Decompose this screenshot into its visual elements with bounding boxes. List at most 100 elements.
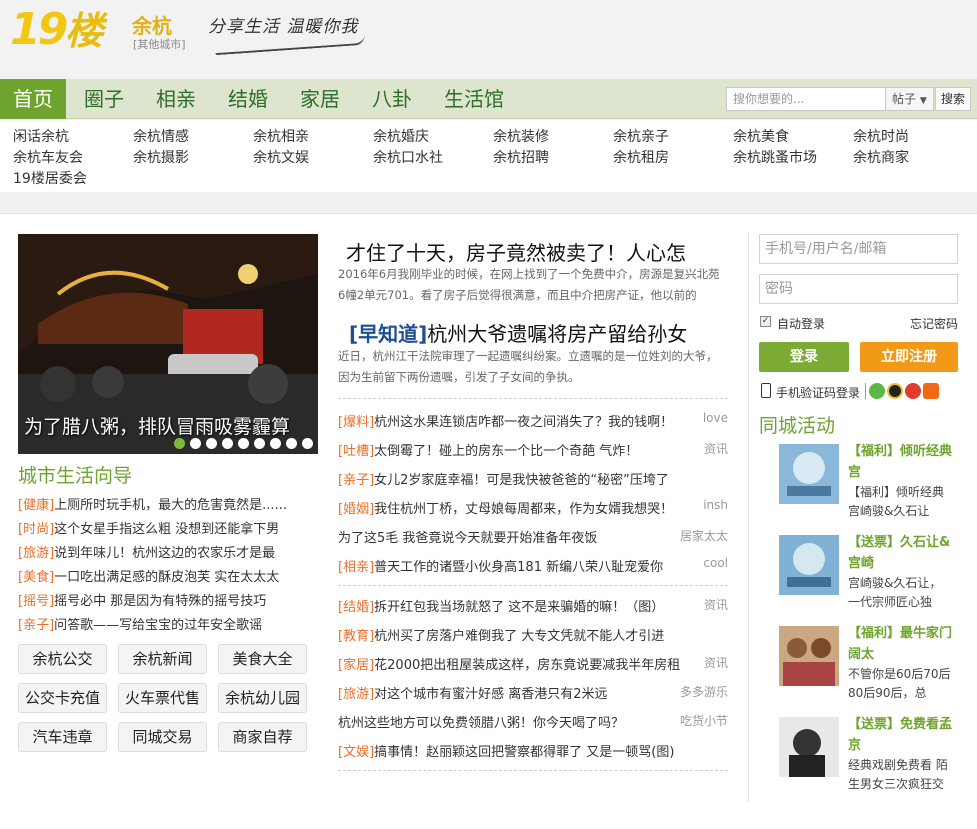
event-title[interactable]: 【送票】免费看孟京 xyxy=(848,714,952,756)
sublink[interactable]: 余杭美食 xyxy=(733,126,789,146)
sublink[interactable]: 余杭亲子 xyxy=(613,126,669,146)
feed-item[interactable]: [文娱]搞事情！赵丽颖这回把警察都得罪了 又是一顿骂(图) xyxy=(338,741,728,760)
slider-dot[interactable] xyxy=(238,438,249,449)
search-button[interactable]: 搜索 xyxy=(935,87,971,111)
forgot-password-link[interactable]: 忘记密码 xyxy=(910,315,958,332)
event-title[interactable]: 【送票】久石让&宫崎 xyxy=(848,532,952,574)
sublink[interactable]: 余杭商家 xyxy=(853,147,909,167)
remember-label: 自动登录 xyxy=(777,317,826,331)
nav-dating[interactable]: 相亲 xyxy=(144,79,208,119)
sublink[interactable]: 余杭相亲 xyxy=(253,126,309,146)
sublink[interactable]: 余杭招聘 xyxy=(493,147,549,167)
feed-item[interactable]: 杭州这些地方可以免费领腊八粥！你今天喝了吗？ 吃货小节 xyxy=(338,712,728,731)
taobao-icon[interactable] xyxy=(923,383,939,399)
event-title[interactable]: 【福利】倾听经典 宫 xyxy=(848,441,952,483)
slider-dot[interactable] xyxy=(206,438,217,449)
slider-dot[interactable] xyxy=(222,438,233,449)
site-header: 19楼 余杭 [其他城市] 分享生活 温暖你我 xyxy=(0,0,977,79)
nav-life-hall[interactable]: 生活馆 xyxy=(432,79,516,119)
event-thumbnail[interactable] xyxy=(779,444,839,504)
site-logo[interactable]: 19楼 xyxy=(10,8,103,54)
sublink[interactable]: 余杭车友会 xyxy=(13,147,83,167)
sublink[interactable]: 19楼居委会 xyxy=(13,168,87,188)
quick-link-button[interactable]: 汽车违章 xyxy=(18,722,107,752)
event-description: 经典戏剧免费看 陌生男女三次疯狂交 xyxy=(848,758,948,791)
sublink[interactable]: 余杭文娱 xyxy=(253,147,309,167)
sublink[interactable]: 余杭租房 xyxy=(613,147,669,167)
other-cities-link[interactable]: [其他城市] xyxy=(133,36,186,52)
feed-item[interactable]: [婚姻]我住杭州丁桥，丈母娘每周都来，作为女婿我想哭！ insh xyxy=(338,498,728,517)
divider xyxy=(865,383,866,399)
slider-dot[interactable] xyxy=(190,438,201,449)
slider-dot[interactable] xyxy=(302,438,313,449)
sublink[interactable]: 余杭装修 xyxy=(493,126,549,146)
feed-item[interactable]: [旅游]对这个城市有蜜汁好感 离香港只有2米远 多多游乐 xyxy=(338,683,728,702)
search-input[interactable]: 搜你想要的... xyxy=(726,87,886,111)
nav-gossip[interactable]: 八卦 xyxy=(360,79,424,119)
nav-wedding[interactable]: 结婚 xyxy=(216,79,280,119)
username-field[interactable]: 手机号/用户名/邮箱 xyxy=(759,234,958,264)
quick-link-button[interactable]: 美食大全 xyxy=(218,644,307,674)
mobile-phone-icon xyxy=(761,383,771,398)
slider-caption[interactable]: 为了腊八粥，排队冒雨吸雾霾算 xyxy=(24,412,290,439)
event-title[interactable]: 【福利】最牛家门阔太 xyxy=(848,623,952,665)
feed-item[interactable]: [相亲]普天工作的诸暨小伙身高181 新编八荣八耻宠爱你 cool xyxy=(338,556,728,575)
guide-item[interactable]: [时尚]这个女星手指这么粗 没想到还能拿下男 xyxy=(18,518,308,537)
sublink[interactable]: 闲话余杭 xyxy=(13,126,69,146)
event-thumbnail[interactable] xyxy=(779,535,839,595)
headline-2[interactable]: [早知道]杭州大爷遗嘱将房产留给孙女 xyxy=(349,318,687,347)
quick-link-button[interactable]: 公交卡充值 xyxy=(18,683,107,713)
register-button[interactable]: 立即注册 xyxy=(860,342,958,372)
divider xyxy=(338,585,728,586)
slider-dot[interactable] xyxy=(270,438,281,449)
nav-home[interactable]: 首页 xyxy=(0,79,66,119)
slider-dot[interactable] xyxy=(286,438,297,449)
feed-item[interactable]: [爆料]杭州这水果连锁店咋都一夜之间消失了？我的钱啊！ love xyxy=(338,411,728,430)
quick-link-button[interactable]: 火车票代售 xyxy=(118,683,207,713)
quick-link-button[interactable]: 余杭公交 xyxy=(18,644,107,674)
quick-link-button[interactable]: 余杭新闻 xyxy=(118,644,207,674)
login-button[interactable]: 登录 xyxy=(759,342,849,372)
slider-dots xyxy=(174,438,313,449)
guide-item[interactable]: [亲子]问答歌——写给宝宝的过年安全歌谣 xyxy=(18,614,308,633)
weibo-icon[interactable] xyxy=(905,383,921,399)
local-events-title: 同城活动 xyxy=(759,415,836,437)
sublink[interactable]: 余杭口水社 xyxy=(373,147,443,167)
nav-home-decor[interactable]: 家居 xyxy=(288,79,352,119)
nav-circles[interactable]: 圈子 xyxy=(72,79,136,119)
guide-item[interactable]: [旅游]说到年味儿！杭州这边的农家乐才是最 xyxy=(18,542,308,561)
remember-checkbox[interactable]: ✓ xyxy=(760,316,771,327)
event-thumbnail[interactable] xyxy=(779,717,839,777)
headline-1[interactable]: 才住了十天，房子竟然被卖了！人心怎 xyxy=(346,237,686,266)
slider-dot[interactable] xyxy=(254,438,265,449)
guide-item[interactable]: [摇号]摇号必中 那是因为有特殊的摇号技巧 xyxy=(18,590,308,609)
featured-slider[interactable]: 为了腊八粥，排队冒雨吸雾霾算 xyxy=(18,234,318,454)
guide-item[interactable]: [健康]上厕所时玩手机，最大的危害竟然是...... xyxy=(18,494,308,513)
feed-item[interactable]: [结婚]拆开红包我当场就怒了 这不是来骗婚的嘛！（图） 资讯 xyxy=(338,596,728,615)
password-field[interactable]: 密码 xyxy=(759,274,958,304)
quick-link-button[interactable]: 余杭幼儿园 xyxy=(218,683,307,713)
slogan-swoosh xyxy=(214,34,366,56)
slider-dot[interactable] xyxy=(174,438,185,449)
feed-item[interactable]: [吐槽]太倒霉了！碰上的房东一个比一个奇葩 气炸！ 资讯 xyxy=(338,440,728,459)
site-slogan: 分享生活 温暖你我 xyxy=(208,17,359,37)
feed-item[interactable]: [家居]花2000把出租屋装成这样，房东竟说要减我半年房租 资讯 xyxy=(338,654,728,673)
feed-item[interactable]: 为了这5毛 我爸竟说今天就要开始准备年夜饭 居家太太 xyxy=(338,527,728,546)
qq-icon[interactable] xyxy=(887,383,903,399)
sublink[interactable]: 余杭时尚 xyxy=(853,126,909,146)
sublink[interactable]: 余杭婚庆 xyxy=(373,126,429,146)
divider xyxy=(338,770,728,771)
sublink[interactable]: 余杭情感 xyxy=(133,126,189,146)
guide-item[interactable]: [美食]一口吃出满足感的酥皮泡芙 实在太太太 xyxy=(18,566,308,585)
feed-item[interactable]: [亲子]女儿2岁家庭幸福！可是我快被爸爸的“秘密”压垮了 xyxy=(338,469,728,488)
sublink[interactable]: 余杭摄影 xyxy=(133,147,189,167)
wechat-icon[interactable] xyxy=(869,383,885,399)
event-thumbnail[interactable] xyxy=(779,626,839,686)
quick-link-button[interactable]: 商家自荐 xyxy=(218,722,307,752)
search-type-select[interactable]: 帖子 ▼ xyxy=(886,87,934,111)
sms-login-link[interactable]: 手机验证码登录 xyxy=(776,384,860,401)
city-guide-title: 城市生活向导 xyxy=(18,465,133,487)
feed-item[interactable]: [教育]杭州买了房落户难倒我了 大专文凭就不能人才引进 xyxy=(338,625,728,644)
quick-link-button[interactable]: 同城交易 xyxy=(118,722,207,752)
sublink[interactable]: 余杭跳蚤市场 xyxy=(733,147,817,167)
